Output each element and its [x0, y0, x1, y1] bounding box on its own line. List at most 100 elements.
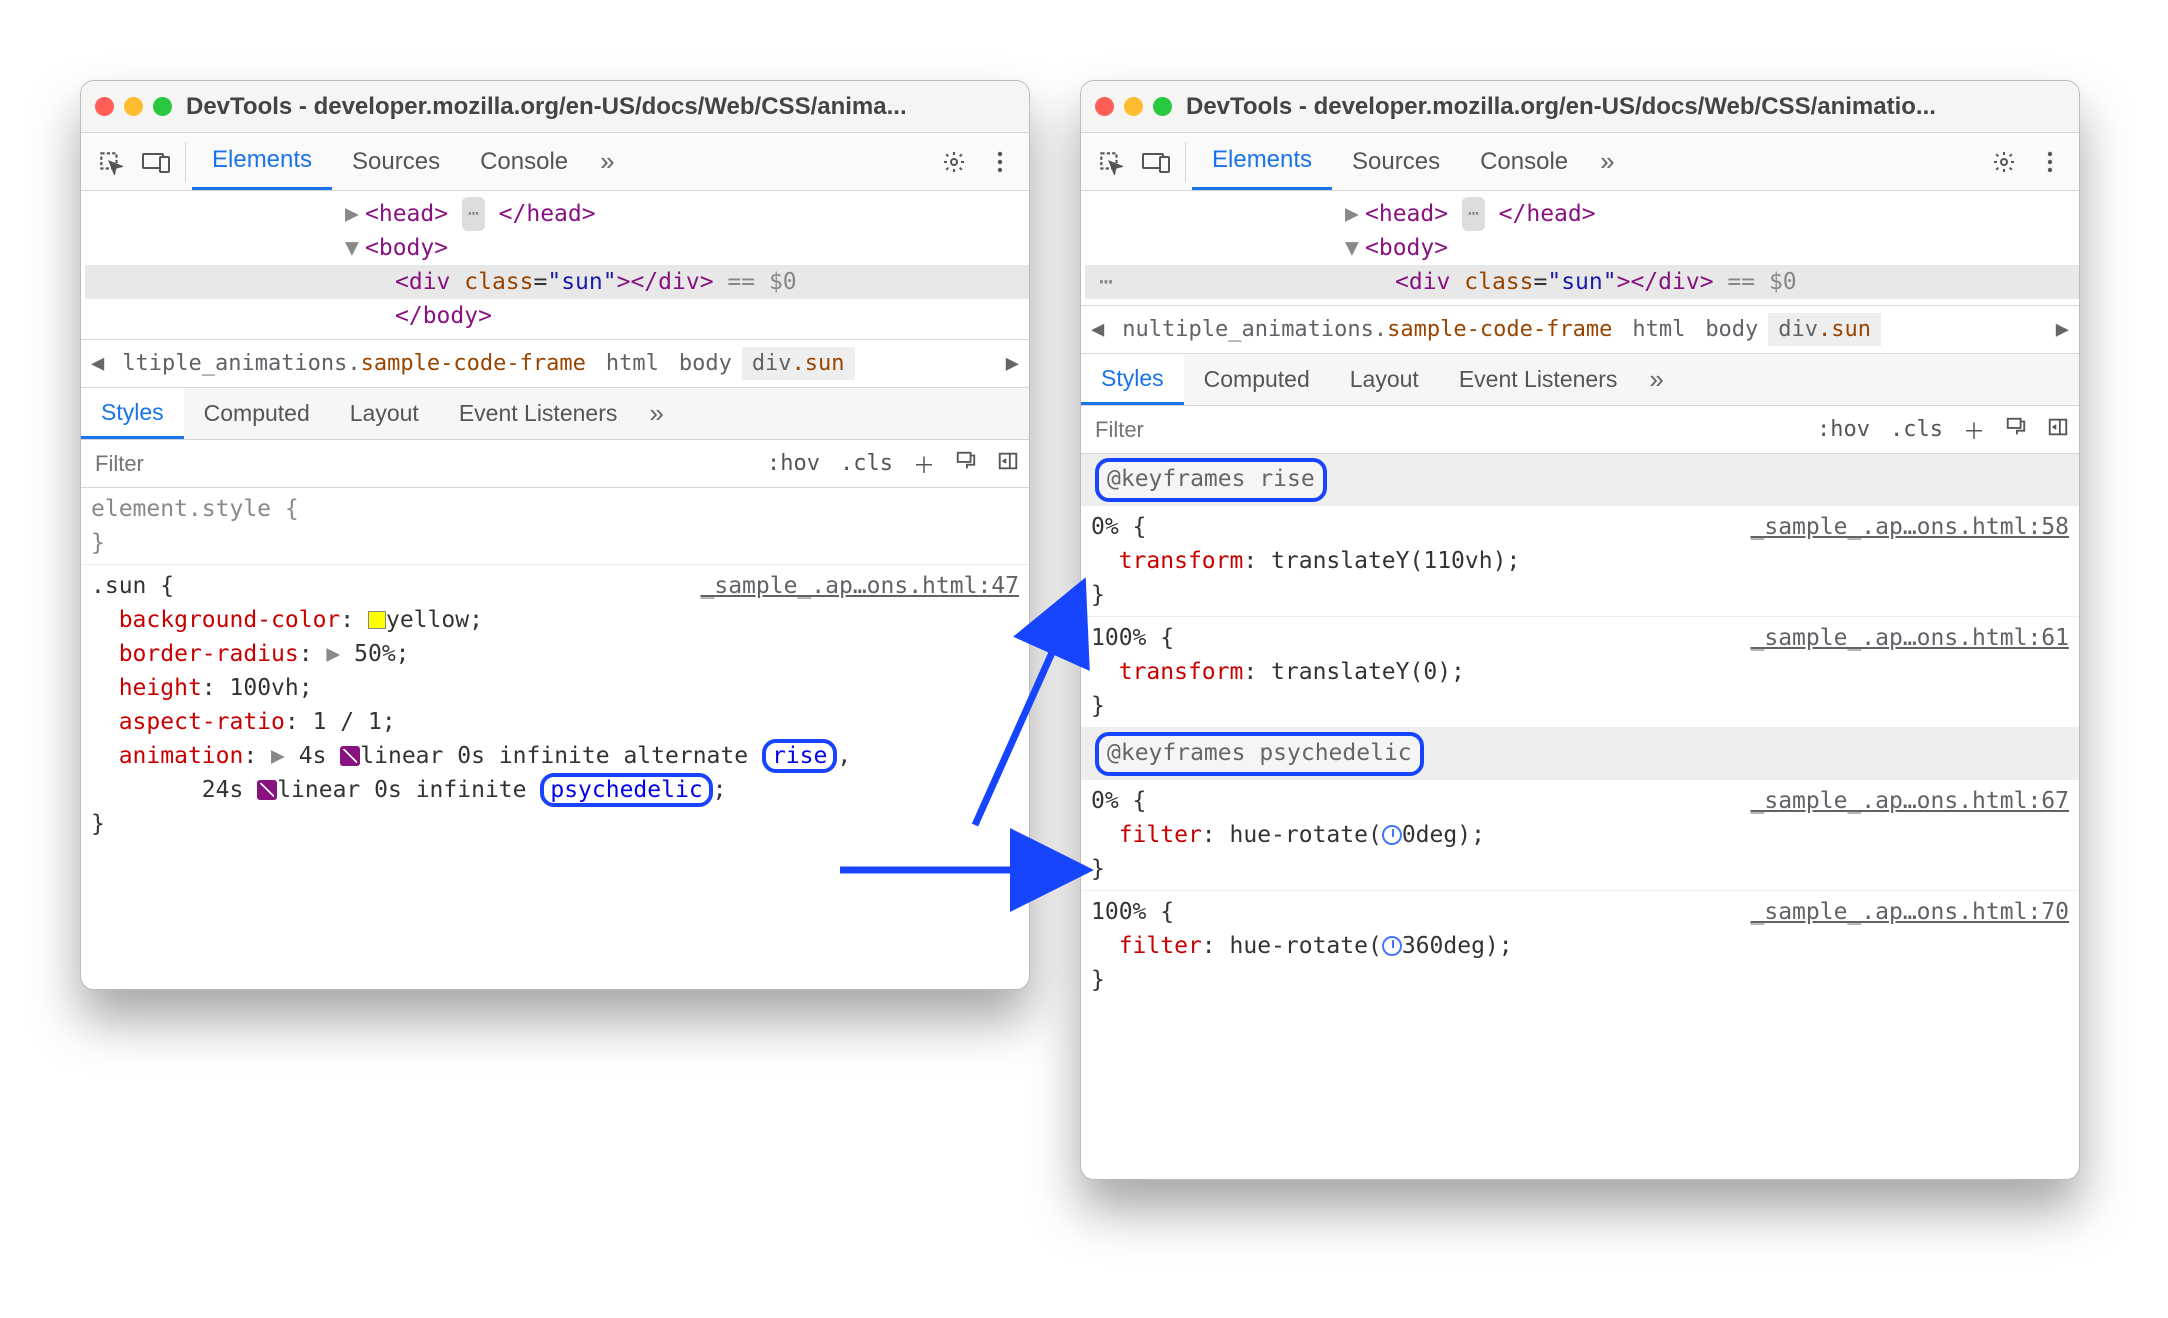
kf-psy-0-decl[interactable]: filter: hue-rotate(0deg); — [1091, 818, 2069, 852]
subtab-computed[interactable]: Computed — [1184, 354, 1330, 405]
kf-psy-100-decl[interactable]: filter: hue-rotate(360deg); — [1091, 929, 2069, 963]
subtab-styles[interactable]: Styles — [81, 388, 184, 439]
tab-console[interactable]: Console — [1460, 133, 1588, 190]
animation-name-rise-link[interactable]: rise — [762, 739, 837, 773]
crumb-body[interactable]: body — [669, 347, 742, 380]
crumb-selected[interactable]: div.sun — [742, 347, 855, 380]
inspect-icon[interactable] — [1091, 143, 1129, 181]
devtools-toolbar: Elements Sources Console » — [1081, 133, 2079, 191]
titlebar: DevTools - developer.mozilla.org/en-US/d… — [1081, 81, 2079, 133]
source-link[interactable]: _sample_.ap…ons.html:58 — [1751, 510, 2070, 544]
decl-animation-2[interactable]: 24s linear 0s infinite psychedelic; — [91, 773, 1019, 807]
kf-psy-0[interactable]: 0% {_sample_.ap…ons.html:67 — [1091, 784, 2069, 818]
kf-rise-0[interactable]: 0% {_sample_.ap…ons.html:58 — [1091, 510, 2069, 544]
breadcrumb: ◀ nultiple_animations.sample-code-frame … — [1081, 306, 2079, 354]
animation-name-psychedelic-link[interactable]: psychedelic — [540, 773, 712, 807]
dom-node-body[interactable]: ▼<body> — [85, 231, 1029, 265]
crumb-iframe[interactable]: nultiple_animations.sample-code-frame — [1112, 313, 1622, 346]
crumb-next-icon[interactable]: ▶ — [2048, 317, 2077, 342]
paint-icon[interactable] — [945, 450, 987, 478]
styles-filter-input[interactable] — [1081, 417, 1807, 443]
easing-icon[interactable] — [340, 746, 360, 766]
new-rule-icon[interactable]: ＋ — [1953, 414, 1995, 446]
ellipsis-icon: ⋯ — [462, 197, 485, 231]
tab-elements[interactable]: Elements — [1192, 133, 1332, 190]
inspect-icon[interactable] — [91, 143, 129, 181]
subtab-layout[interactable]: Layout — [1330, 354, 1439, 405]
keyframes-header-rise[interactable]: @keyframes rise — [1081, 454, 2079, 506]
angle-icon[interactable] — [1382, 936, 1402, 956]
panel-toggle-icon[interactable] — [987, 450, 1029, 478]
tab-sources[interactable]: Sources — [1332, 133, 1460, 190]
panel-toggle-icon[interactable] — [2037, 416, 2079, 444]
zoom-icon[interactable] — [153, 97, 172, 116]
titlebar: DevTools - developer.mozilla.org/en-US/d… — [81, 81, 1029, 133]
gear-icon[interactable] — [935, 143, 973, 181]
decl-animation[interactable]: animation: ▶ 4s linear 0s infinite alter… — [91, 739, 1019, 773]
minimize-icon[interactable] — [1124, 97, 1143, 116]
cls-toggle[interactable]: .cls — [830, 451, 903, 476]
rule-selector-sun[interactable]: .sun {_sample_.ap…ons.html:47 — [91, 569, 1019, 603]
crumb-prev-icon[interactable]: ◀ — [1083, 317, 1112, 342]
element-style-rule[interactable]: element.style { — [91, 492, 1019, 526]
more-tabs-icon[interactable]: » — [1588, 146, 1626, 177]
decl-aspect-ratio[interactable]: aspect-ratio: 1 / 1; — [91, 705, 1019, 739]
hov-toggle[interactable]: :hov — [1807, 417, 1880, 442]
source-link[interactable]: _sample_.ap…ons.html:67 — [1751, 784, 2070, 818]
kebab-menu-icon[interactable] — [981, 143, 1019, 181]
more-subtabs-icon[interactable]: » — [637, 398, 675, 429]
subtab-events[interactable]: Event Listeners — [1439, 354, 1638, 405]
close-icon[interactable] — [1095, 97, 1114, 116]
device-toggle-icon[interactable] — [1137, 143, 1175, 181]
keyframes-header-psychedelic[interactable]: @keyframes psychedelic — [1081, 728, 2079, 780]
angle-icon[interactable] — [1382, 825, 1402, 845]
subtab-styles[interactable]: Styles — [1081, 354, 1184, 405]
decl-background-color[interactable]: background-color: yellow; — [91, 603, 1019, 637]
dom-node-selected[interactable]: <div class="sun"></div> == $0 — [85, 265, 1029, 299]
decl-border-radius[interactable]: border-radius: ▶ 50%; — [91, 637, 1019, 671]
hov-toggle[interactable]: :hov — [757, 451, 830, 476]
styles-rules: @keyframes rise 0% {_sample_.ap…ons.html… — [1081, 454, 2079, 1001]
color-swatch-icon[interactable] — [368, 611, 386, 629]
source-link[interactable]: _sample_.ap…ons.html:47 — [701, 569, 1020, 603]
dom-node-head[interactable]: ▶<head> ⋯ </head> — [85, 197, 1029, 231]
kebab-menu-icon[interactable] — [2031, 143, 2069, 181]
subtab-computed[interactable]: Computed — [184, 388, 330, 439]
easing-icon[interactable] — [257, 780, 277, 800]
paint-icon[interactable] — [1995, 416, 2037, 444]
close-icon[interactable] — [95, 97, 114, 116]
crumb-prev-icon[interactable]: ◀ — [83, 351, 112, 376]
window-title: DevTools - developer.mozilla.org/en-US/d… — [1186, 93, 1936, 121]
more-subtabs-icon[interactable]: » — [1637, 364, 1675, 395]
dom-node-body-close[interactable]: </body> — [85, 299, 1029, 333]
source-link[interactable]: _sample_.ap…ons.html:70 — [1751, 895, 2070, 929]
tab-sources[interactable]: Sources — [332, 133, 460, 190]
new-rule-icon[interactable]: ＋ — [903, 448, 945, 480]
crumb-body[interactable]: body — [1695, 313, 1768, 346]
zoom-icon[interactable] — [1153, 97, 1172, 116]
styles-filter-input[interactable] — [81, 451, 757, 477]
dom-node-body[interactable]: ▼<body> — [1085, 231, 2079, 265]
kf-rise-0-decl[interactable]: transform: translateY(110vh); — [1091, 544, 2069, 578]
crumb-html[interactable]: html — [596, 347, 669, 380]
dom-node-selected[interactable]: <div class="sun"></div> == $0 — [1085, 265, 2079, 299]
kf-rise-100[interactable]: 100% {_sample_.ap…ons.html:61 — [1091, 621, 2069, 655]
subtab-layout[interactable]: Layout — [330, 388, 439, 439]
kf-rise-100-decl[interactable]: transform: translateY(0); — [1091, 655, 2069, 689]
tab-console[interactable]: Console — [460, 133, 588, 190]
source-link[interactable]: _sample_.ap…ons.html:61 — [1751, 621, 2070, 655]
cls-toggle[interactable]: .cls — [1880, 417, 1953, 442]
device-toggle-icon[interactable] — [137, 143, 175, 181]
kf-psy-100[interactable]: 100% {_sample_.ap…ons.html:70 — [1091, 895, 2069, 929]
more-tabs-icon[interactable]: » — [588, 146, 626, 177]
dom-node-head[interactable]: ▶<head> ⋯ </head> — [1085, 197, 2079, 231]
crumb-selected[interactable]: div.sun — [1768, 313, 1881, 346]
tab-elements[interactable]: Elements — [192, 133, 332, 190]
gear-icon[interactable] — [1985, 143, 2023, 181]
decl-height[interactable]: height: 100vh; — [91, 671, 1019, 705]
crumb-iframe[interactable]: ltiple_animations.sample-code-frame — [112, 347, 596, 380]
crumb-html[interactable]: html — [1622, 313, 1695, 346]
minimize-icon[interactable] — [124, 97, 143, 116]
crumb-next-icon[interactable]: ▶ — [998, 351, 1027, 376]
subtab-events[interactable]: Event Listeners — [439, 388, 638, 439]
